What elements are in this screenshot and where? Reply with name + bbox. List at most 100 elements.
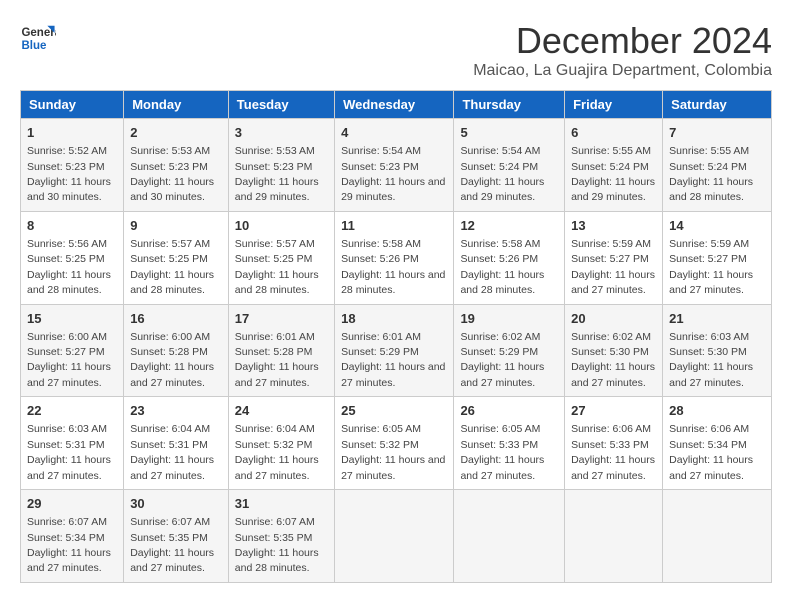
day-number: 15 (27, 310, 117, 328)
sunrise-info: Sunrise: 5:53 AM (130, 145, 210, 157)
sunset-info: Sunset: 5:32 PM (341, 439, 419, 451)
day-number: 20 (571, 310, 656, 328)
table-row: 22Sunrise: 6:03 AMSunset: 5:31 PMDayligh… (21, 397, 772, 490)
sunset-info: Sunset: 5:25 PM (27, 253, 105, 265)
list-item: 29Sunrise: 6:07 AMSunset: 5:34 PMDayligh… (21, 490, 124, 583)
table-row: 1 Sunrise: 5:52 AM Sunset: 5:23 PM Daylight… (21, 119, 772, 212)
daylight-info: Daylight: 11 hours and 27 minutes. (130, 454, 214, 481)
sunrise-info: Sunrise: 5:54 AM (341, 145, 421, 157)
list-item: 27Sunrise: 6:06 AMSunset: 5:33 PMDayligh… (565, 397, 663, 490)
table-row: 15Sunrise: 6:00 AMSunset: 5:27 PMDayligh… (21, 304, 772, 397)
month-title: December 2024 (473, 20, 772, 62)
day-number: 23 (130, 402, 222, 420)
sunrise-info: Sunrise: 6:01 AM (235, 331, 315, 343)
daylight-info: Daylight: 11 hours and 27 minutes. (669, 269, 753, 296)
col-monday: Monday (124, 91, 229, 119)
sunset-info: Sunset: 5:33 PM (460, 439, 538, 451)
sunrise-info: Sunrise: 6:01 AM (341, 331, 421, 343)
daylight-info: Daylight: 11 hours and 28 minutes. (130, 269, 214, 296)
sunrise-info: Sunrise: 5:57 AM (235, 238, 315, 250)
col-thursday: Thursday (454, 91, 565, 119)
table-row: 29Sunrise: 6:07 AMSunset: 5:34 PMDayligh… (21, 490, 772, 583)
day-number: 22 (27, 402, 117, 420)
sunrise-info: Sunrise: 5:56 AM (27, 238, 107, 250)
day-number: 8 (27, 217, 117, 235)
header-row: Sunday Monday Tuesday Wednesday Thursday… (21, 91, 772, 119)
sunrise-info: Sunrise: 5:55 AM (571, 145, 651, 157)
sunrise-info: Sunrise: 5:58 AM (341, 238, 421, 250)
sunrise-info: Sunrise: 6:06 AM (669, 423, 749, 435)
logo: General Blue (20, 20, 56, 56)
day-number: 5 (460, 124, 558, 142)
list-item: 17Sunrise: 6:01 AMSunset: 5:28 PMDayligh… (228, 304, 334, 397)
day-number: 31 (235, 495, 328, 513)
sunrise-info: Sunrise: 6:07 AM (27, 516, 107, 528)
sunrise-info: Sunrise: 5:52 AM (27, 145, 107, 157)
day-number: 9 (130, 217, 222, 235)
sunset-info: Sunset: 5:24 PM (669, 161, 747, 173)
day-number: 28 (669, 402, 765, 420)
daylight-info: Daylight: 11 hours and 29 minutes. (571, 176, 655, 203)
list-item: 12Sunrise: 5:58 AMSunset: 5:26 PMDayligh… (454, 211, 565, 304)
daylight-info: Daylight: 11 hours and 27 minutes. (571, 269, 655, 296)
sunset-info: Sunset: 5:23 PM (235, 161, 313, 173)
sunset-info: Sunset: 5:34 PM (27, 532, 105, 544)
col-sunday: Sunday (21, 91, 124, 119)
svg-text:Blue: Blue (21, 40, 47, 52)
list-item: 22Sunrise: 6:03 AMSunset: 5:31 PMDayligh… (21, 397, 124, 490)
day-number: 26 (460, 402, 558, 420)
sunrise-info: Sunrise: 5:54 AM (460, 145, 540, 157)
sunrise-info: Sunrise: 6:00 AM (130, 331, 210, 343)
sunset-info: Sunset: 5:26 PM (460, 253, 538, 265)
sunrise-info: Sunrise: 5:58 AM (460, 238, 540, 250)
sunrise-info: Sunrise: 5:59 AM (669, 238, 749, 250)
day-number: 7 (669, 124, 765, 142)
day-number: 21 (669, 310, 765, 328)
sunset-info: Sunset: 5:30 PM (669, 346, 747, 358)
daylight-info: Daylight: 11 hours and 27 minutes. (235, 361, 319, 388)
daylight-info: Daylight: 11 hours and 28 minutes. (669, 176, 753, 203)
day-number: 19 (460, 310, 558, 328)
sunset-info: Sunset: 5:24 PM (571, 161, 649, 173)
day-number: 17 (235, 310, 328, 328)
col-wednesday: Wednesday (335, 91, 454, 119)
sunrise-info: Sunrise: 6:02 AM (460, 331, 540, 343)
daylight-info: Daylight: 11 hours and 28 minutes. (27, 269, 111, 296)
list-item: 18Sunrise: 6:01 AMSunset: 5:29 PMDayligh… (335, 304, 454, 397)
sunrise-info: Sunrise: 6:05 AM (341, 423, 421, 435)
daylight-info: Daylight: 11 hours and 28 minutes. (235, 269, 319, 296)
daylight-info: Daylight: 11 hours and 27 minutes. (130, 547, 214, 574)
day-number: 4 (341, 124, 447, 142)
daylight-info: Daylight: 11 hours and 28 minutes. (235, 547, 319, 574)
list-item: 20Sunrise: 6:02 AMSunset: 5:30 PMDayligh… (565, 304, 663, 397)
list-item: 5Sunrise: 5:54 AMSunset: 5:24 PMDaylight… (454, 119, 565, 212)
sunset-info: Sunset: 5:34 PM (669, 439, 747, 451)
sunset-info: Sunset: 5:31 PM (27, 439, 105, 451)
list-item: 15Sunrise: 6:00 AMSunset: 5:27 PMDayligh… (21, 304, 124, 397)
logo-icon: General Blue (20, 20, 56, 56)
daylight-info: Daylight: 11 hours and 27 minutes. (27, 454, 111, 481)
header: General Blue December 2024 Maicao, La Gu… (20, 20, 772, 80)
sunrise-info: Sunrise: 6:00 AM (27, 331, 107, 343)
list-item: 14Sunrise: 5:59 AMSunset: 5:27 PMDayligh… (663, 211, 772, 304)
day-number: 25 (341, 402, 447, 420)
sunset-info: Sunset: 5:31 PM (130, 439, 208, 451)
daylight-info: Daylight: 11 hours and 28 minutes. (460, 269, 544, 296)
sunset-info: Sunset: 5:25 PM (235, 253, 313, 265)
day-number: 14 (669, 217, 765, 235)
list-item (335, 490, 454, 583)
list-item: 26Sunrise: 6:05 AMSunset: 5:33 PMDayligh… (454, 397, 565, 490)
daylight-info: Daylight: 11 hours and 27 minutes. (669, 454, 753, 481)
col-tuesday: Tuesday (228, 91, 334, 119)
daylight-info: Daylight: 11 hours and 30 minutes. (130, 176, 214, 203)
daylight-info: Daylight: 11 hours and 27 minutes. (571, 454, 655, 481)
list-item: 30Sunrise: 6:07 AMSunset: 5:35 PMDayligh… (124, 490, 229, 583)
calendar-table: Sunday Monday Tuesday Wednesday Thursday… (20, 90, 772, 583)
sunset-info: Sunset: 5:28 PM (130, 346, 208, 358)
day-number: 1 (27, 124, 117, 142)
daylight-info: Daylight: 11 hours and 27 minutes. (235, 454, 319, 481)
list-item: 11Sunrise: 5:58 AMSunset: 5:26 PMDayligh… (335, 211, 454, 304)
sunrise-info: Sunrise: 6:06 AM (571, 423, 651, 435)
list-item (663, 490, 772, 583)
list-item: 10Sunrise: 5:57 AMSunset: 5:25 PMDayligh… (228, 211, 334, 304)
